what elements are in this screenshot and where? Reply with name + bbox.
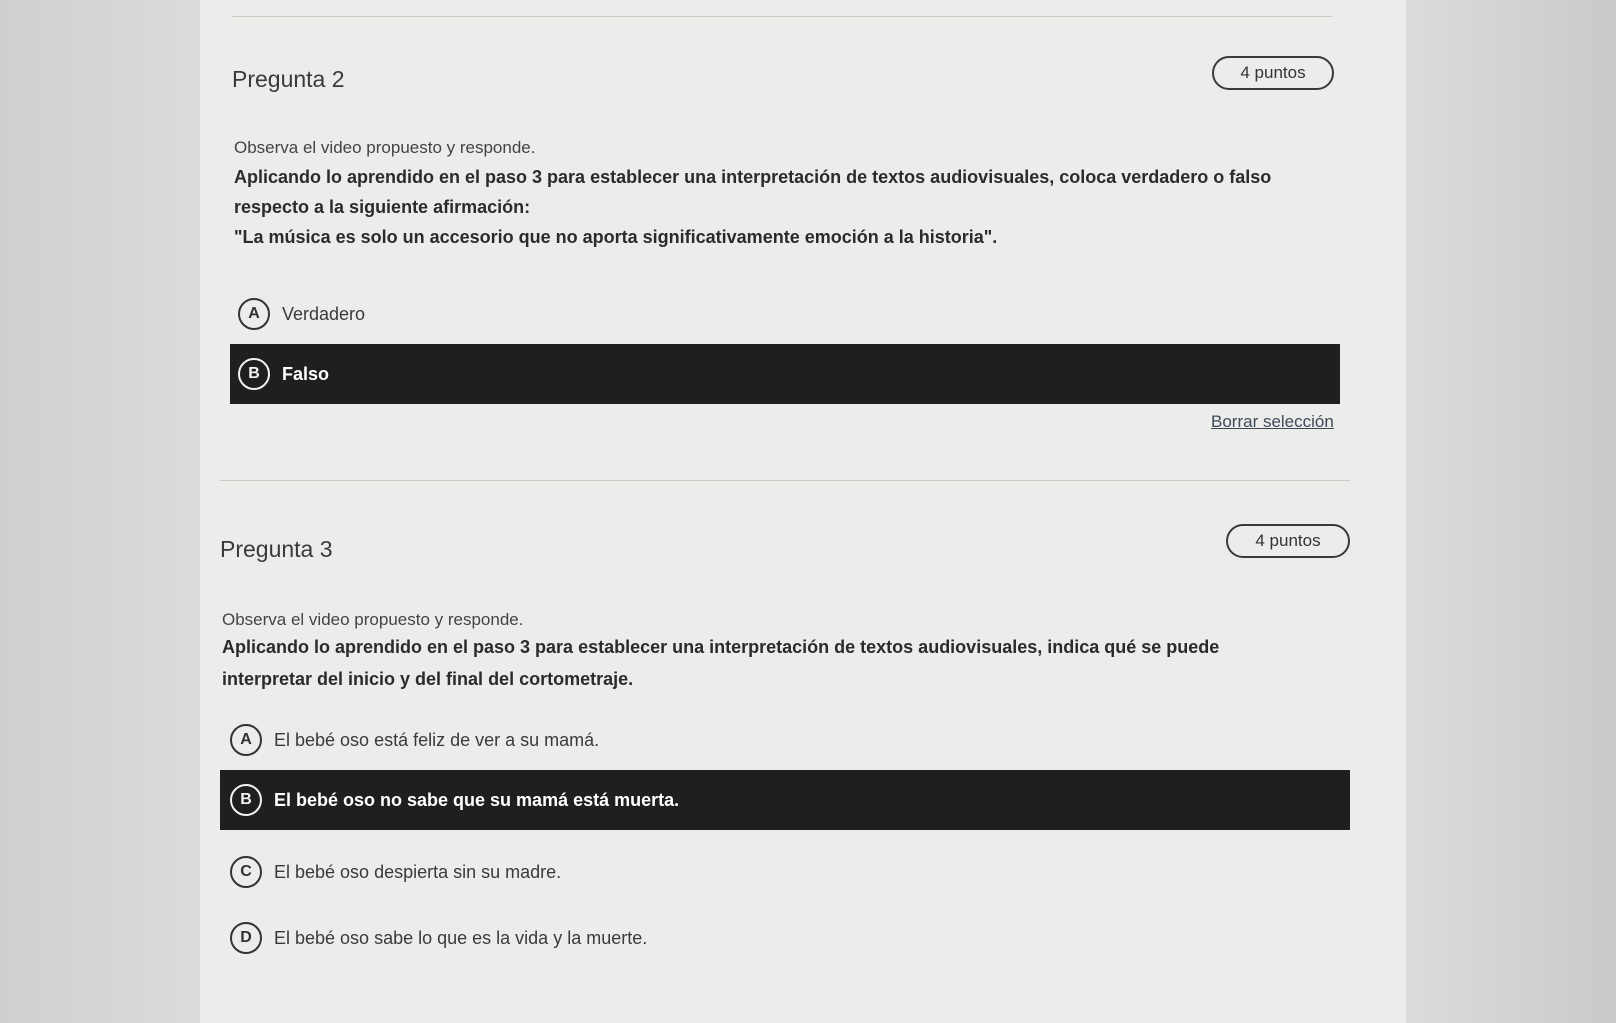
points-badge: 4 puntos — [1226, 524, 1350, 558]
question-statement-line-1: Aplicando lo aprendido en el paso 3 para… — [222, 637, 1220, 657]
option-letter-badge: B — [230, 784, 262, 816]
clear-selection-link[interactable]: Borrar selección — [1211, 412, 1334, 432]
option-letter-badge: D — [230, 922, 262, 954]
option-a-verdadero[interactable]: A Verdadero — [238, 294, 1338, 334]
quiz-panel: Pregunta 2 4 puntos Observa el video pro… — [200, 0, 1406, 1023]
option-letter-badge: B — [238, 358, 270, 390]
option-letter-badge: A — [230, 724, 262, 756]
question-instruction: Observa el video propuesto y responde. — [222, 610, 524, 629]
page-margin-right — [1406, 0, 1616, 1023]
option-letter-badge: A — [238, 298, 270, 330]
question-instruction: Observa el video propuesto y responde. — [234, 138, 536, 157]
option-label: El bebé oso despierta sin su madre. — [274, 861, 562, 882]
question-title: Pregunta 2 — [232, 66, 345, 92]
option-label: Falso — [282, 363, 330, 384]
question-statement-line-2: interpretar del inicio y del final del c… — [222, 669, 634, 689]
page-margin-left — [0, 0, 200, 1023]
option-a[interactable]: A El bebé oso está feliz de ver a su mam… — [230, 720, 1330, 760]
option-label: Verdadero — [282, 303, 366, 324]
option-b-falso[interactable]: B Falso — [230, 344, 1340, 404]
question-statement-line-2: respecto a la siguiente afirmación: — [234, 197, 531, 217]
option-label: El bebé oso sabe lo que es la vida y la … — [274, 927, 648, 948]
question-title: Pregunta 3 — [220, 536, 333, 562]
question-statement-line-1: Aplicando lo aprendido en el paso 3 para… — [234, 167, 1272, 187]
option-d[interactable]: D El bebé oso sabe lo que es la vida y l… — [230, 918, 1330, 958]
option-label: El bebé oso está feliz de ver a su mamá. — [274, 729, 600, 750]
option-c[interactable]: C El bebé oso despierta sin su madre. — [230, 852, 1330, 892]
option-letter-badge: C — [230, 856, 262, 888]
divider-between-questions — [220, 480, 1350, 481]
option-label: El bebé oso no sabe que su mamá está mue… — [274, 789, 680, 810]
divider-top — [232, 16, 1332, 17]
question-statement-line-3: "La música es solo un accesorio que no a… — [234, 227, 998, 247]
option-b[interactable]: B El bebé oso no sabe que su mamá está m… — [220, 770, 1350, 830]
points-badge: 4 puntos — [1212, 56, 1334, 90]
